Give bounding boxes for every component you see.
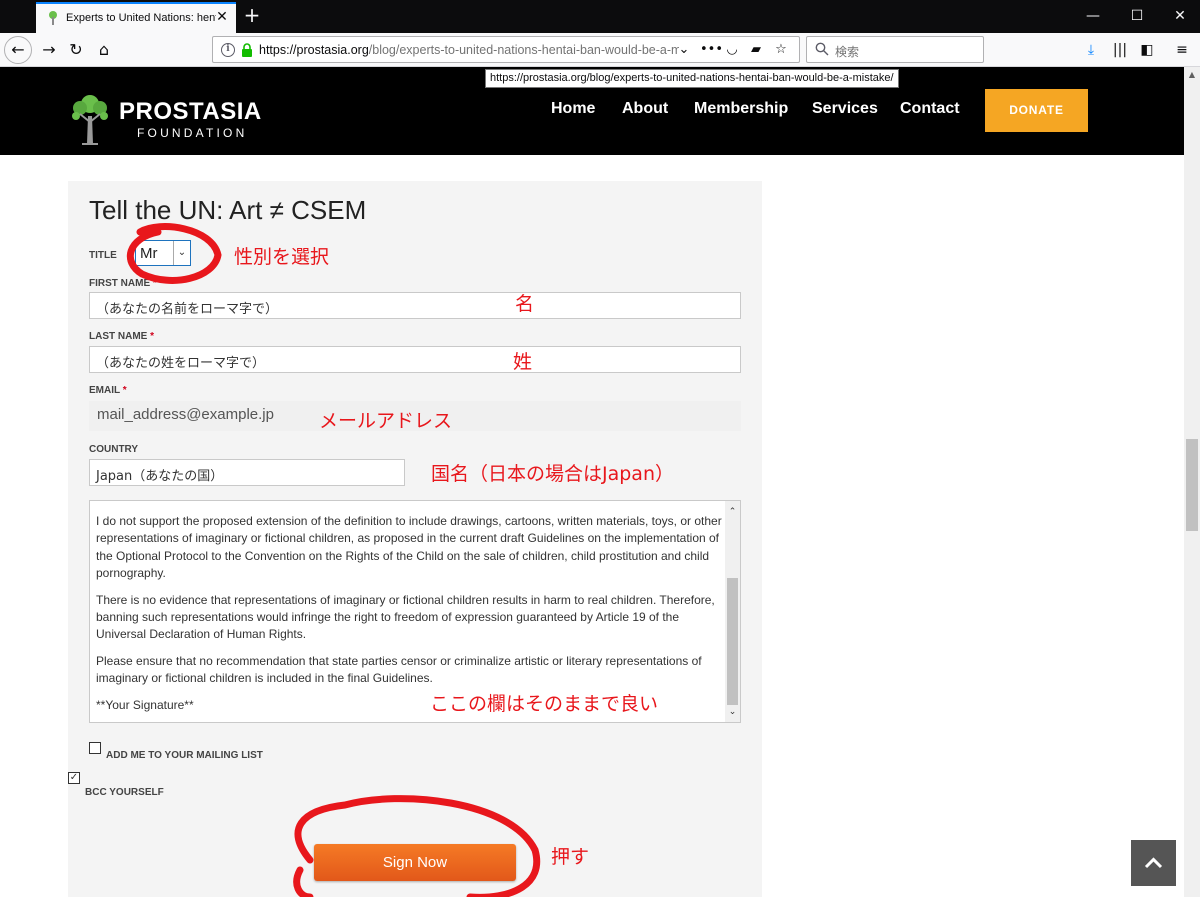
reload-icon[interactable]: ↻ (63, 37, 89, 63)
search-placeholder: 検索 (835, 45, 860, 59)
annotation-title: 性別を選択 (234, 246, 330, 268)
forward-arrow-icon[interactable]: → (36, 37, 62, 63)
title-select-value: Mr (140, 245, 158, 262)
bcc-checkbox[interactable]: ✓ (68, 772, 80, 784)
new-tab-icon[interactable]: + (243, 5, 261, 25)
browser-tab[interactable]: Experts to United Nations: hentai ban wo… (36, 2, 236, 33)
title-select[interactable]: Mr ⌄ (135, 240, 191, 266)
maximize-icon[interactable]: ☐ (1127, 6, 1147, 26)
bcc-label: BCC YOURSELF (85, 787, 164, 798)
annotation-country: 国名（日本の場合はJapan） (431, 463, 674, 485)
nav-membership[interactable]: Membership (694, 100, 788, 118)
chevron-down-icon[interactable]: ⌄ (725, 703, 740, 720)
minimize-icon[interactable]: — (1083, 6, 1103, 26)
url-host: https://prostasia.org (259, 43, 369, 57)
country-label: COUNTRY (89, 444, 139, 455)
bookmark-star-icon[interactable]: ☆ (773, 42, 789, 58)
info-icon[interactable]: i (221, 43, 235, 57)
form-title: Tell the UN: Art ≠ CSEM (89, 195, 367, 225)
url-tooltip: https://prostasia.org/blog/experts-to-un… (485, 69, 899, 88)
message-paragraph: There is no evidence that representation… (96, 592, 715, 642)
back-arrow-icon[interactable]: ← (4, 36, 32, 64)
title-label: TITLE (89, 250, 117, 261)
mailing-list-label: ADD ME TO YOUR MAILING LIST (106, 750, 263, 761)
search-icon (815, 42, 829, 56)
url-path: /blog/experts-to-united-nations-hentai-b… (368, 43, 679, 57)
back-to-top-button[interactable] (1131, 840, 1176, 886)
annotation-first-name: 名 (515, 293, 535, 315)
annotation-submit: 押す (551, 846, 590, 868)
browser-toolbar: ← → ↻ ⌂ i https://prostasia.org/blog/exp… (0, 33, 1200, 67)
lock-icon (242, 43, 252, 57)
email-label: EMAIL * (89, 385, 127, 396)
country-input[interactable]: Japan（あなたの国） (89, 459, 405, 486)
textarea-scroll-thumb[interactable] (727, 578, 738, 705)
pocket-icon[interactable]: ◡ (724, 42, 740, 58)
url-dropdown-icon[interactable]: ⌄ (676, 42, 692, 58)
donate-button[interactable]: DONATE (985, 89, 1088, 132)
home-icon[interactable]: ⌂ (91, 37, 117, 63)
nav-about[interactable]: About (622, 100, 668, 118)
download-icon[interactable]: ⤓ (1082, 41, 1100, 59)
mailing-list-checkbox[interactable] (89, 742, 101, 754)
tree-favicon-icon (49, 11, 57, 25)
browser-tab-bar: Experts to United Nations: hentai ban wo… (0, 0, 1200, 33)
nav-contact[interactable]: Contact (900, 100, 960, 118)
chevron-up-icon[interactable]: ⌃ (725, 503, 740, 520)
page-actions-icon[interactable]: ••• (700, 42, 723, 58)
chevron-down-icon: ⌄ (173, 241, 190, 265)
address-bar[interactable]: i https://prostasia.org/blog/experts-to-… (212, 36, 800, 63)
page-scrollbar[interactable]: ▲ (1184, 67, 1200, 897)
annotation-last-name: 姓 (513, 351, 533, 373)
annotation-message: ここの欄はそのままで良い (430, 693, 659, 715)
window-close-icon[interactable]: ✕ (1170, 6, 1190, 26)
sidebar-icon[interactable]: ◧ (1138, 41, 1156, 59)
message-paragraph: I do not support the proposed extension … (96, 514, 722, 581)
prostasia-tree-logo-icon[interactable] (68, 92, 112, 148)
textarea-scrollbar[interactable]: ⌃ ⌄ (725, 501, 740, 722)
annotation-email: メールアドレス (319, 410, 453, 432)
first-name-label: FIRST NAME * (89, 278, 157, 289)
first-name-input[interactable]: （あなたの名前をローマ字で） (89, 292, 741, 319)
search-bar[interactable]: 検索 (806, 36, 984, 63)
last-name-label: LAST NAME * (89, 331, 155, 342)
message-paragraph: Please ensure that no recommendation tha… (96, 653, 702, 686)
chevron-up-icon (1144, 857, 1163, 869)
nav-home[interactable]: Home (551, 100, 595, 118)
page-scroll-thumb[interactable] (1186, 439, 1198, 531)
scroll-up-arrow-icon[interactable]: ▲ (1184, 67, 1200, 83)
tab-title: Experts to United Nations: hentai ban wo… (66, 12, 216, 24)
tab-close-icon[interactable]: ✕ (214, 9, 230, 25)
sign-now-button[interactable]: Sign Now (314, 844, 516, 881)
logo-subtitle: FOUNDATION (137, 126, 248, 140)
last-name-input[interactable]: （あなたの姓をローマ字で） (89, 346, 741, 373)
library-icon[interactable]: ||| (1111, 41, 1129, 59)
screenshot-icon[interactable]: ▰ (748, 42, 764, 58)
nav-services[interactable]: Services (812, 100, 878, 118)
logo-name[interactable]: PROSTASIA (119, 98, 262, 126)
menu-icon[interactable]: ≡ (1173, 41, 1191, 59)
